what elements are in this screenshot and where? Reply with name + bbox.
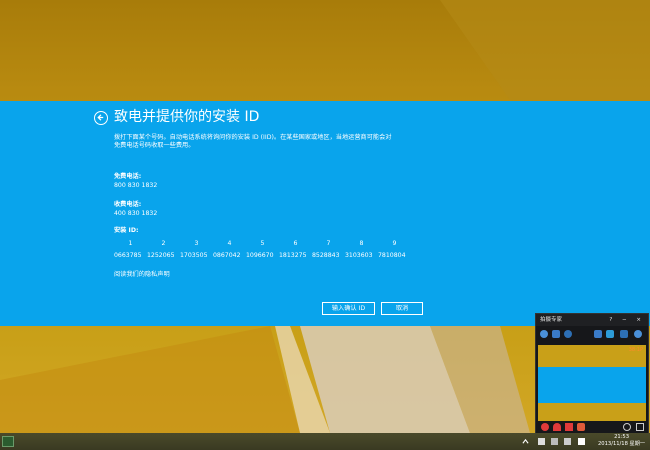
privacy-statement-link[interactable]: 阅读我们的隐私声明 [114, 271, 170, 279]
install-id-column-6: 6 [293, 240, 298, 247]
flag-icon[interactable] [538, 438, 545, 445]
install-id-group-9: 7810804 [378, 252, 406, 259]
taskbar: 21:53 2013/11/18 星期一 [0, 433, 650, 450]
screen-recorder-widget: 拍摄专家 ? − × 38:1P [535, 313, 649, 435]
cancel-button[interactable]: 取消 [381, 302, 423, 315]
install-id-group-1: 0663785 [114, 252, 142, 259]
system-clock[interactable]: 21:53 2013/11/18 星期一 [598, 434, 645, 448]
recorder-window-buttons[interactable]: ? − × [609, 314, 645, 326]
instruction-line-1: 拨打下面某个号码。自动电话系统将询问你的安装 ID (IID)。在某些国家或地区… [114, 134, 392, 141]
recorder-title: 拍摄专家 [540, 317, 563, 323]
clock-time: 21:53 [614, 434, 630, 440]
refresh-icon[interactable] [634, 330, 642, 338]
toll-number: 400 830 1832 [114, 210, 158, 217]
phone-activation-dialog: 致电并提供你的安装 ID 拨打下面某个号码。自动电话系统将询问你的安装 ID (… [0, 101, 650, 326]
install-id-column-4: 4 [227, 240, 232, 247]
toll-free-number: 800 830 1832 [114, 182, 158, 189]
install-id-group-3: 1703505 [180, 252, 208, 259]
page-title: 致电并提供你的安装 ID [114, 109, 260, 125]
network-icon[interactable] [551, 438, 558, 445]
install-id-column-numbers: 1 2 3 4 5 6 7 8 9 [114, 240, 411, 248]
install-id-column-7: 7 [326, 240, 331, 247]
install-id-group-7: 8528843 [312, 252, 340, 259]
clock-date: 2013/11/18 星期一 [598, 441, 646, 447]
install-id-group-2: 1252065 [147, 252, 175, 259]
install-id-column-2: 2 [161, 240, 166, 247]
globe-icon[interactable] [540, 330, 548, 338]
install-id-column-3: 3 [194, 240, 199, 247]
install-id-values: 0663785 1252065 1703505 0867042 1096670 … [114, 252, 411, 260]
install-id-column-9: 9 [392, 240, 397, 247]
recorder-controls [536, 420, 648, 434]
fullscreen-icon[interactable] [620, 330, 628, 338]
camera-icon[interactable] [564, 330, 572, 338]
toll-label: 收费电话: [114, 201, 142, 208]
install-id-column-1: 1 [128, 240, 133, 247]
window-icon[interactable] [594, 330, 602, 338]
heart-icon[interactable] [553, 423, 561, 431]
install-id-group-6: 1813275 [279, 252, 307, 259]
install-id-label: 安装 ID: [114, 227, 139, 234]
install-id-group-5: 1096670 [246, 252, 274, 259]
install-id-group-8: 3103603 [345, 252, 373, 259]
image-icon[interactable] [552, 330, 560, 338]
enter-confirmation-id-button[interactable]: 输入确认 ID [322, 302, 375, 315]
record-icon[interactable] [541, 423, 549, 431]
desktop: 致电并提供你的安装 ID 拨打下面某个号码。自动电话系统将询问你的安装 ID (… [0, 0, 650, 450]
exit-icon[interactable] [636, 423, 644, 431]
recorder-titlebar[interactable]: 拍摄专家 ? − × [536, 314, 648, 326]
ime-icon[interactable] [578, 438, 585, 445]
camera-snapshot-icon[interactable] [577, 423, 585, 431]
instruction-line-2: 免费电话号码收取一些费用。 [114, 142, 195, 149]
monitor-icon[interactable] [606, 330, 614, 338]
gear-icon[interactable] [623, 423, 631, 431]
recorder-toolbar [536, 326, 648, 344]
install-id-column-8: 8 [359, 240, 364, 247]
install-id-table: 1 2 3 4 5 6 7 8 9 0663785 1252065 170350… [114, 240, 411, 260]
stop-icon[interactable] [565, 423, 573, 431]
install-id-group-4: 0867042 [213, 252, 241, 259]
toll-free-label: 免费电话: [114, 173, 142, 180]
back-button[interactable] [94, 111, 108, 125]
preview-dialog-band [538, 367, 646, 403]
volume-icon[interactable] [564, 438, 571, 445]
chevron-up-icon[interactable] [522, 438, 529, 445]
install-id-column-5: 5 [260, 240, 265, 247]
recorder-preview: 38:1P [538, 345, 646, 421]
taskbar-app-icon[interactable] [2, 436, 14, 447]
recorder-timer: 38:1P [628, 347, 643, 353]
back-arrow-icon [97, 114, 104, 121]
